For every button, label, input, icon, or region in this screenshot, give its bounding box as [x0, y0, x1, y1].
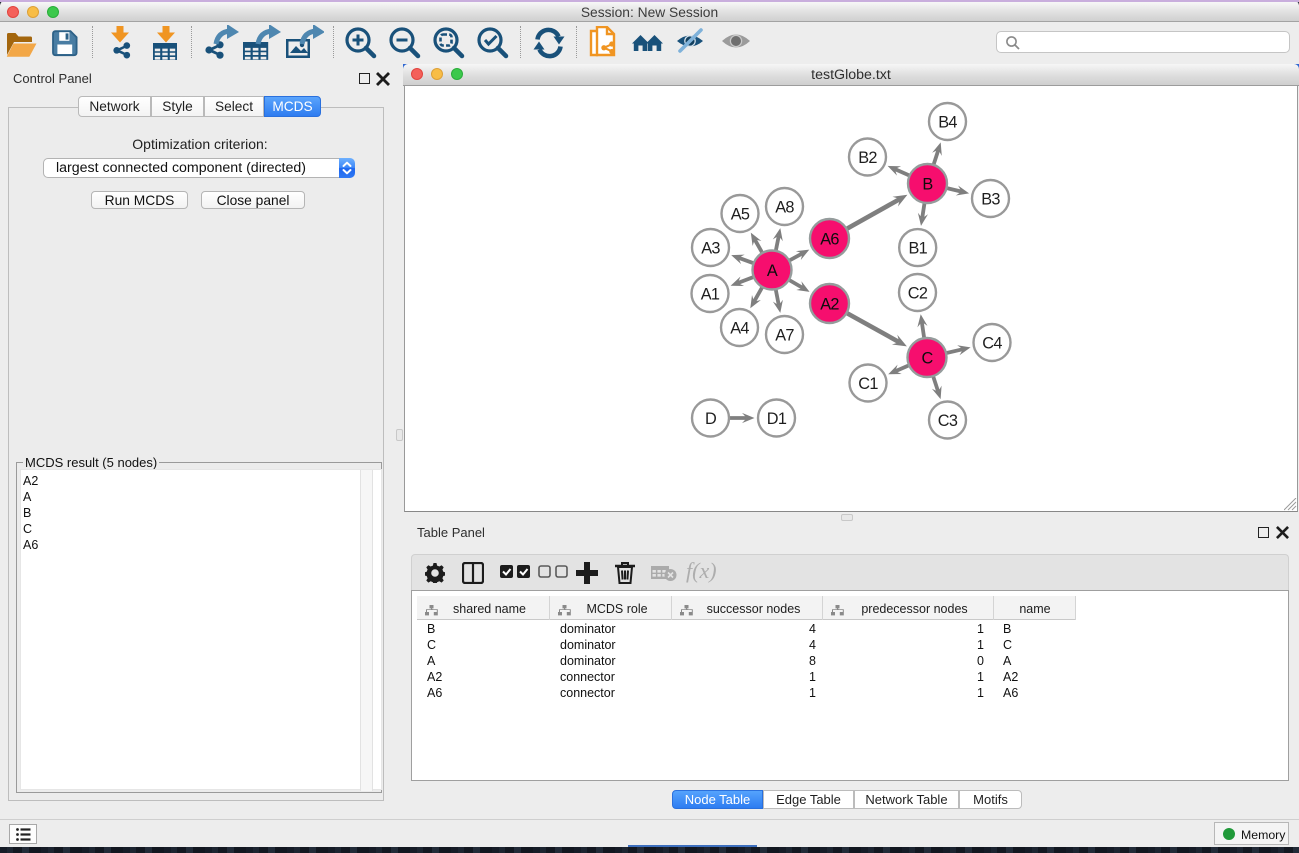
svg-text:B2: B2	[858, 149, 877, 167]
svg-text:C2: C2	[908, 285, 928, 303]
svg-text:C1: C1	[858, 375, 878, 393]
svg-text:A7: A7	[775, 327, 794, 345]
svg-text:A1: A1	[701, 286, 720, 304]
svg-text:A5: A5	[731, 206, 750, 224]
svg-text:B1: B1	[908, 240, 927, 258]
svg-text:B4: B4	[938, 114, 957, 132]
svg-text:A: A	[767, 262, 778, 280]
svg-text:C3: C3	[938, 412, 958, 430]
svg-text:A3: A3	[701, 240, 720, 258]
svg-text:A2: A2	[820, 296, 839, 314]
svg-text:B3: B3	[981, 191, 1000, 209]
svg-text:A8: A8	[775, 199, 794, 217]
svg-text:A6: A6	[820, 231, 839, 249]
svg-text:D1: D1	[767, 410, 787, 428]
svg-text:C: C	[921, 350, 933, 368]
svg-text:D: D	[705, 410, 716, 428]
svg-text:A4: A4	[730, 320, 749, 338]
svg-text:B: B	[922, 176, 932, 194]
svg-text:C4: C4	[982, 335, 1002, 353]
